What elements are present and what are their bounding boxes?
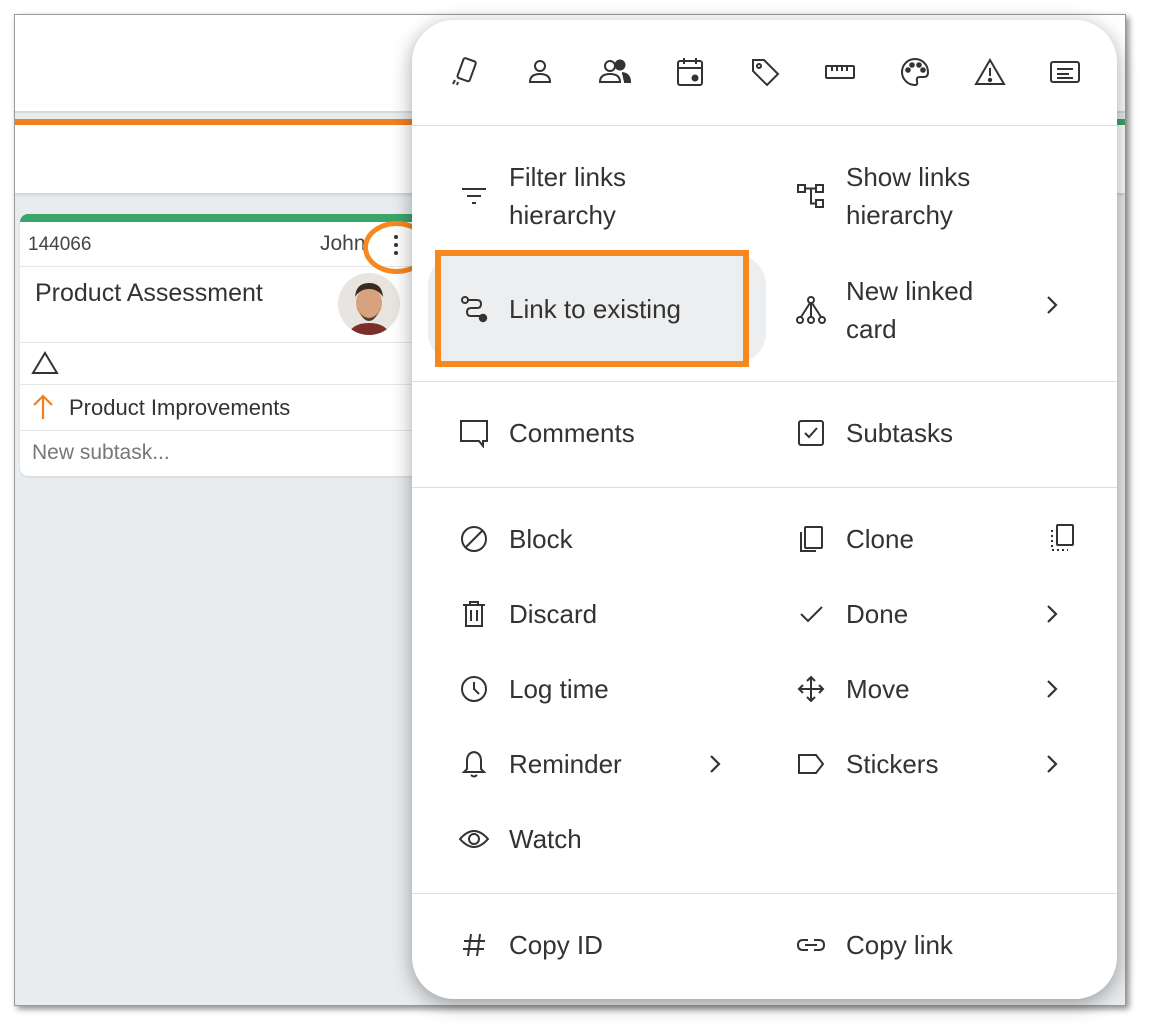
block-item[interactable]: Block bbox=[457, 520, 573, 558]
card-color-bar bbox=[20, 214, 420, 222]
menu-divider bbox=[412, 487, 1117, 488]
new-subtask-input[interactable]: New subtask... bbox=[32, 441, 170, 465]
parent-card-link[interactable]: Product Improvements bbox=[69, 395, 290, 421]
show-links-label-1: Show links bbox=[846, 162, 971, 192]
card-title[interactable]: Product Assessment bbox=[35, 279, 263, 308]
card-context-menu: Filter links hierarchy Show links hierarch… bbox=[412, 20, 1117, 999]
ruler-icon[interactable] bbox=[822, 54, 858, 90]
menu-divider bbox=[412, 381, 1117, 382]
users-icon[interactable] bbox=[597, 54, 633, 90]
filter-links-hierarchy-item[interactable]: Filter links hierarchy bbox=[457, 158, 626, 234]
copy-icon bbox=[794, 522, 828, 556]
subtasks-label: Subtasks bbox=[846, 418, 953, 448]
avatar[interactable] bbox=[338, 273, 400, 335]
sticker-icon bbox=[794, 747, 828, 781]
tree-icon bbox=[794, 293, 828, 327]
show-links-label-2: hierarchy bbox=[846, 200, 953, 230]
copy-id-item[interactable]: Copy ID bbox=[457, 926, 603, 964]
copy-id-label: Copy ID bbox=[509, 930, 603, 960]
board-card[interactable]: 144066 John Product Assessment Product I… bbox=[20, 214, 420, 476]
done-chevron-icon bbox=[1045, 603, 1059, 625]
new-linked-label-2: card bbox=[846, 314, 897, 344]
warning-icon[interactable] bbox=[972, 54, 1008, 90]
new-linked-card-item[interactable]: New linked card bbox=[794, 272, 973, 348]
link-icon bbox=[794, 928, 828, 962]
text-icon[interactable] bbox=[1047, 54, 1083, 90]
card-id: 144066 bbox=[28, 234, 92, 255]
subtasks-item[interactable]: Subtasks bbox=[794, 414, 953, 452]
subtask-row[interactable]: New subtask... bbox=[20, 431, 420, 475]
new-linked-label-1: New linked bbox=[846, 276, 974, 306]
warning-triangle-icon bbox=[31, 351, 59, 375]
reminder-chevron-icon bbox=[708, 753, 722, 775]
log-time-item[interactable]: Log time bbox=[457, 670, 609, 708]
clock-icon bbox=[457, 672, 491, 706]
move-label: Move bbox=[846, 674, 910, 704]
watch-item[interactable]: Watch bbox=[457, 820, 582, 858]
copy-link-item[interactable]: Copy link bbox=[794, 926, 953, 964]
arrow-up-icon bbox=[32, 393, 54, 421]
checkbox-icon bbox=[794, 416, 828, 450]
card-type-icon[interactable] bbox=[447, 54, 483, 90]
block-icon bbox=[457, 522, 491, 556]
move-icon bbox=[794, 672, 828, 706]
bell-icon bbox=[457, 747, 491, 781]
hierarchy-icon bbox=[794, 179, 828, 213]
filter-icon bbox=[457, 179, 491, 213]
card-header-row: 144066 John bbox=[20, 222, 420, 267]
new-linked-chevron-icon bbox=[1045, 294, 1059, 316]
check-icon bbox=[794, 597, 828, 631]
filter-links-label-2: hierarchy bbox=[509, 200, 616, 230]
discard-label: Discard bbox=[509, 599, 598, 629]
clone-item[interactable]: Clone bbox=[794, 520, 914, 558]
card-parent-row[interactable]: Product Improvements bbox=[20, 385, 420, 431]
block-label: Block bbox=[509, 524, 573, 554]
palette-icon[interactable] bbox=[897, 54, 933, 90]
comments-item[interactable]: Comments bbox=[457, 414, 635, 452]
reminder-label: Reminder bbox=[509, 749, 622, 779]
show-links-hierarchy-item[interactable]: Show links hierarchy bbox=[794, 158, 970, 234]
comment-icon bbox=[457, 416, 491, 450]
menu-icon-bar bbox=[412, 20, 1117, 126]
move-item[interactable]: Move bbox=[794, 670, 910, 708]
move-chevron-icon bbox=[1045, 678, 1059, 700]
discard-item[interactable]: Discard bbox=[457, 595, 597, 633]
comments-label: Comments bbox=[509, 418, 635, 448]
tag-icon[interactable] bbox=[747, 54, 783, 90]
card-warning-row bbox=[20, 343, 420, 385]
reminder-item[interactable]: Reminder bbox=[457, 745, 622, 783]
link-to-existing-item[interactable]: Link to existing bbox=[457, 290, 681, 328]
clone-label: Clone bbox=[846, 524, 914, 554]
link-existing-icon bbox=[457, 292, 491, 326]
user-icon[interactable] bbox=[522, 54, 558, 90]
calendar-icon[interactable] bbox=[672, 54, 708, 90]
menu-divider bbox=[412, 893, 1117, 894]
clone-options-icon[interactable] bbox=[1048, 522, 1076, 554]
stickers-item[interactable]: Stickers bbox=[794, 745, 938, 783]
log-time-label: Log time bbox=[509, 674, 609, 704]
stickers-label: Stickers bbox=[846, 749, 939, 779]
stickers-chevron-icon bbox=[1045, 753, 1059, 775]
hash-icon bbox=[457, 928, 491, 962]
trash-icon bbox=[457, 597, 491, 631]
watch-label: Watch bbox=[509, 824, 582, 854]
card-title-row: Product Assessment bbox=[20, 267, 420, 343]
link-to-existing-label: Link to existing bbox=[509, 294, 681, 324]
card-owner: John bbox=[320, 232, 366, 255]
done-item[interactable]: Done bbox=[794, 595, 908, 633]
done-label: Done bbox=[846, 599, 909, 629]
filter-links-label-1: Filter links bbox=[509, 162, 627, 192]
copy-link-label: Copy link bbox=[846, 930, 953, 960]
eye-icon bbox=[457, 822, 491, 856]
